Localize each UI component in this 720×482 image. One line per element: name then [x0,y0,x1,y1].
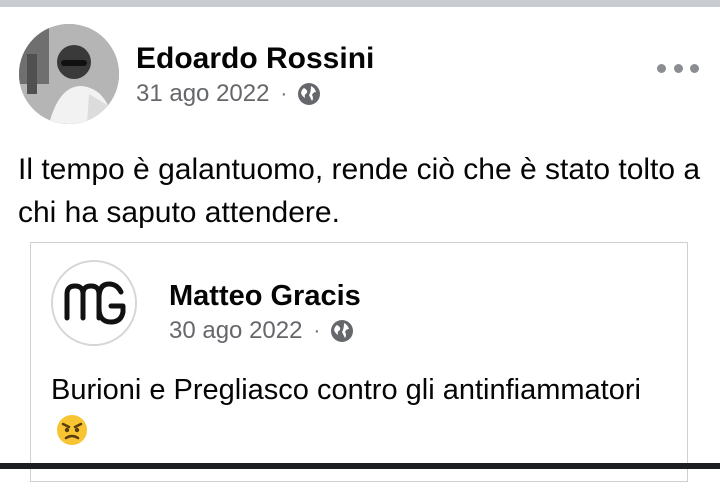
shared-text-content: Burioni e Pregliasco contro gli antinfia… [51,374,641,406]
more-options-icon[interactable] [657,58,699,78]
more-dot [657,63,666,73]
author-photo [19,24,119,124]
more-dot [690,63,699,73]
meta-separator: · [313,319,321,342]
globe-icon[interactable] [296,81,322,107]
shared-post-text: Burioni e Pregliasco contro gli antinfia… [51,369,671,453]
author-name[interactable]: Edoardo Rossini [136,42,374,76]
more-dot [673,63,683,73]
angry-face-emoji [57,415,87,445]
meta-separator: · [280,82,288,105]
shared-author-avatar[interactable] [51,260,137,346]
author-avatar[interactable] [19,24,119,124]
globe-icon[interactable] [329,318,355,344]
mg-logo-icon [53,262,135,344]
shared-post-date[interactable]: 30 ago 2022 [169,317,302,345]
shared-author-name[interactable]: Matteo Gracis [169,280,361,313]
post-meta: 31 ago 2022 · [136,80,322,108]
top-divider [0,0,720,7]
bottom-bar [0,463,720,469]
post-text: Il tempo è galantuomo, rende ciò che è s… [18,153,701,229]
post-date[interactable]: 31 ago 2022 [136,80,269,108]
shared-post-card[interactable]: Matteo Gracis 30 ago 2022 · Burioni e Pr… [30,242,688,482]
shared-post-meta: 30 ago 2022 · [169,317,355,345]
